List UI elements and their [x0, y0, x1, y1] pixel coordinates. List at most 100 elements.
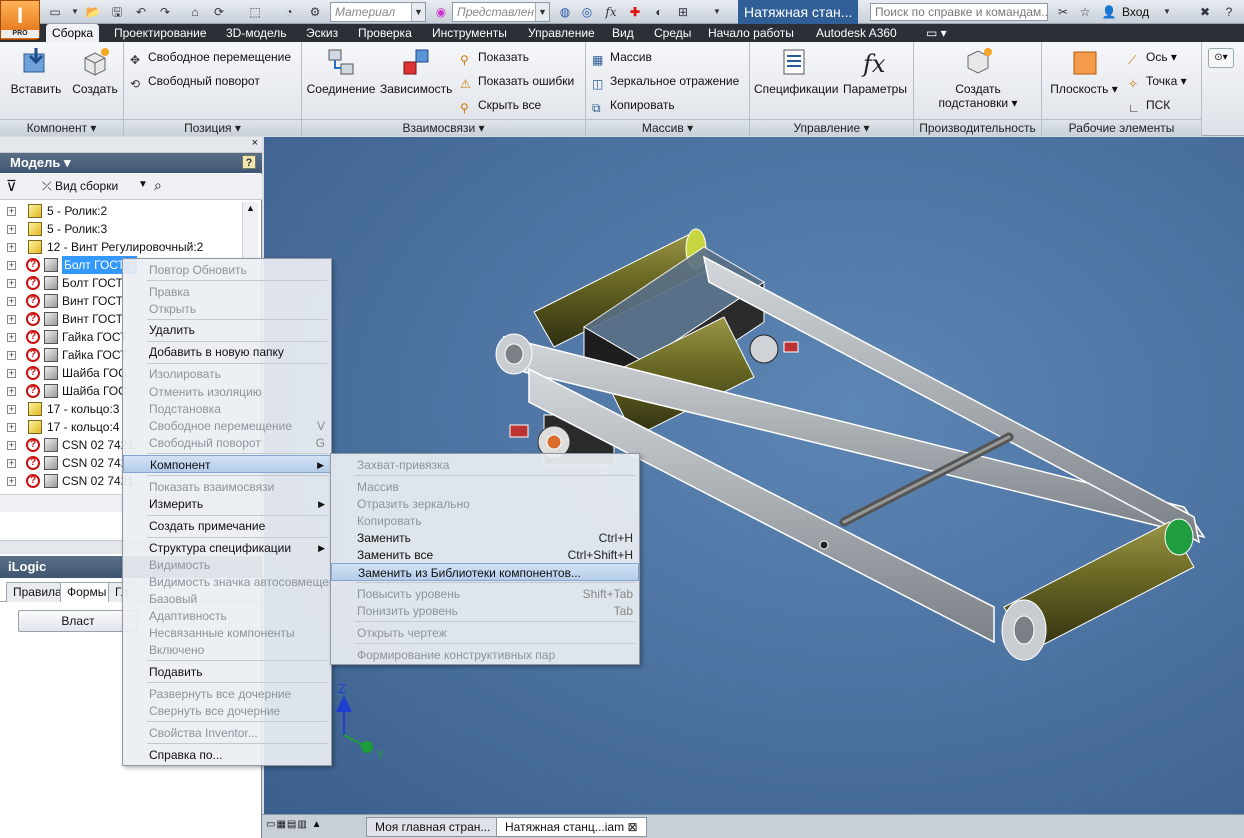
plane-button[interactable]: Плоскость ▾ — [1050, 46, 1118, 96]
find-binoculars-icon[interactable]: ⌕ — [154, 177, 162, 194]
panel-component-label[interactable]: Компонент ▾ — [0, 119, 123, 136]
window-layout-icons[interactable]: ▭▦▤▥ ▲ — [266, 819, 362, 835]
customize-icon[interactable]: ▼ — [708, 3, 726, 21]
mirror-button[interactable]: ◫ Зеркальное отражение — [592, 72, 739, 91]
tree-item[interactable]: +5 - Ролик:2 — [0, 202, 262, 220]
binoculars-icon[interactable]: ✂ — [1054, 3, 1072, 21]
update-icon[interactable]: ⟳ — [210, 3, 228, 21]
tree-item[interactable]: +5 - Ролик:3 — [0, 220, 262, 238]
constrain-button[interactable]: Зависимость — [380, 46, 452, 96]
expand-icon[interactable]: + — [7, 387, 16, 396]
tab-sketch[interactable]: Эскиз — [300, 24, 344, 42]
expand-icon[interactable]: + — [7, 459, 16, 468]
model-browser-header[interactable]: Модель ▾? — [0, 153, 262, 173]
context_menu-item[interactable]: Структура спецификации ▶ — [123, 539, 331, 557]
context_menu-item[interactable]: Создать примечание — [123, 517, 331, 535]
help-search-input[interactable]: Поиск по справке и командам... — [870, 3, 1048, 21]
sign-in-link[interactable]: Вход — [1122, 5, 1149, 19]
submenu-item[interactable]: Заменить из Библиотеки компонентов... — [331, 563, 639, 581]
home-icon[interactable]: ⌂ — [186, 3, 204, 21]
panel-pattern-label[interactable]: Массив ▾ — [586, 119, 749, 136]
doc-tab-home[interactable]: Моя главная стран... — [366, 817, 500, 837]
tab-get-started[interactable]: Начало работы — [702, 24, 800, 42]
tab-forms[interactable]: Формы — [60, 582, 114, 602]
expand-icon[interactable]: + — [7, 477, 16, 486]
context_menu-item[interactable]: Подавить — [123, 663, 331, 681]
clear-icon[interactable]: ◎ — [578, 3, 596, 21]
hide-all-button[interactable]: ⚲ Скрыть все — [460, 96, 541, 115]
open-icon[interactable]: 📂 — [84, 3, 102, 21]
expand-icon[interactable]: + — [7, 351, 16, 360]
panel-manage-label[interactable]: Управление ▾ — [750, 119, 913, 136]
select-icon[interactable]: ⬚ — [246, 3, 264, 21]
ribbon-display-toggle-icon[interactable]: ▭ ▾ — [920, 24, 953, 42]
axis-button[interactable]: ⟋ Ось ▾ — [1128, 48, 1177, 67]
adjust-icon[interactable]: ◍ — [556, 3, 574, 21]
undo-icon[interactable]: ↶ — [132, 3, 150, 21]
tab-manage[interactable]: Управление — [522, 24, 601, 42]
context_menu-item[interactable]: Удалить — [123, 321, 331, 339]
expand-icon[interactable]: + — [7, 315, 16, 324]
save-icon[interactable]: 🖫 — [108, 3, 126, 21]
redo-icon[interactable]: ↷ — [156, 3, 174, 21]
joint-button[interactable]: Соединение — [306, 46, 376, 96]
material-combo[interactable]: Материал ▼ — [330, 2, 426, 22]
view-dropdown-arrow-icon[interactable]: ▼ — [138, 179, 148, 190]
settings-icon[interactable]: ⚙ — [306, 3, 324, 21]
ribbon-options-icon[interactable]: ⊙▾ — [1208, 48, 1234, 68]
free-move-button[interactable]: ✥ Свободное перемещение — [130, 48, 291, 67]
context_menu-item[interactable]: Справка по... — [123, 746, 331, 764]
assembly-view-dropdown[interactable]: ⤫ Вид сборки — [42, 179, 118, 194]
panel-position-label[interactable]: Позиция ▾ — [124, 119, 301, 136]
tab-a360[interactable]: Autodesk A360 — [810, 24, 903, 42]
center-of-gravity-icon[interactable]: ◐ — [650, 3, 668, 21]
tab-view[interactable]: Вид — [606, 24, 640, 42]
doc-tab-assembly[interactable]: Натяжная станц...iam ⊠ — [496, 817, 647, 837]
grid-icon[interactable]: ⊞ — [674, 3, 692, 21]
expand-icon[interactable]: + — [7, 333, 16, 342]
ilogic-form-button[interactable]: Власт — [18, 610, 138, 632]
close-doc-icon[interactable]: ⊠ — [627, 820, 637, 834]
user-icon[interactable]: 👤 — [1100, 3, 1118, 21]
submenu-item[interactable]: Заменить все Ctrl+Shift+H — [331, 546, 639, 564]
new-icon[interactable]: ▭ — [46, 3, 64, 21]
fx-icon[interactable]: fx — [602, 3, 620, 21]
appearance-combo[interactable]: Представлен ▼ — [452, 2, 550, 22]
pattern-button[interactable]: ▦ Массив — [592, 48, 652, 67]
tab-environments[interactable]: Среды — [648, 24, 697, 42]
sign-in-dropdown-icon[interactable]: ▼ — [1158, 3, 1176, 21]
help-icon[interactable]: ? — [242, 155, 256, 169]
create-button[interactable]: Создать — [70, 46, 120, 96]
create-substitutes-button[interactable]: Создать подстановки ▾ — [928, 46, 1028, 110]
tab-assemble[interactable]: Сборка — [46, 24, 100, 42]
expand-icon[interactable]: + — [7, 441, 16, 450]
context_menu-item[interactable]: Компонент ▶ — [123, 455, 331, 473]
close-pane-icon[interactable]: × — [252, 137, 258, 149]
tab-tools[interactable]: Инструменты — [426, 24, 513, 42]
copy-button[interactable]: ⧉ Копировать — [592, 96, 675, 115]
pane-grip[interactable]: × — [0, 137, 262, 153]
free-rotate-button[interactable]: ⟲ Свободный поворот — [130, 72, 260, 91]
insert-button[interactable]: Вставить — [10, 46, 62, 96]
exchange-icon[interactable]: ✖ — [1196, 3, 1214, 21]
expand-icon[interactable]: + — [7, 423, 16, 432]
tree-item[interactable]: +12 - Винт Регулировочный:2 — [0, 238, 262, 256]
expand-icon[interactable]: + — [7, 261, 16, 270]
tab-3d-model[interactable]: 3D-модель — [220, 24, 293, 42]
help-icon[interactable]: ? — [1220, 3, 1238, 21]
measure-icon[interactable]: ◔ — [280, 3, 298, 21]
show-button[interactable]: ⚲ Показать — [460, 48, 529, 67]
show-errors-button[interactable]: ⚠ Показать ошибки — [460, 72, 574, 91]
expand-icon[interactable]: + — [7, 369, 16, 378]
panel-relationships-label[interactable]: Взаимосвязи ▾ — [302, 119, 585, 136]
expand-icon[interactable]: + — [7, 279, 16, 288]
expand-icon[interactable]: + — [7, 405, 16, 414]
context_menu-item[interactable]: Добавить в новую папку — [123, 343, 331, 361]
expand-icon[interactable]: + — [7, 225, 16, 234]
expand-icon[interactable]: + — [7, 243, 16, 252]
new-dropdown-icon[interactable]: ▼ — [66, 3, 84, 21]
parameters-button[interactable]: fx Параметры — [842, 46, 908, 96]
expand-icon[interactable]: + — [7, 207, 16, 216]
plus-icon[interactable]: ✚ — [626, 3, 644, 21]
submenu-item[interactable]: Заменить Ctrl+H — [331, 529, 639, 547]
